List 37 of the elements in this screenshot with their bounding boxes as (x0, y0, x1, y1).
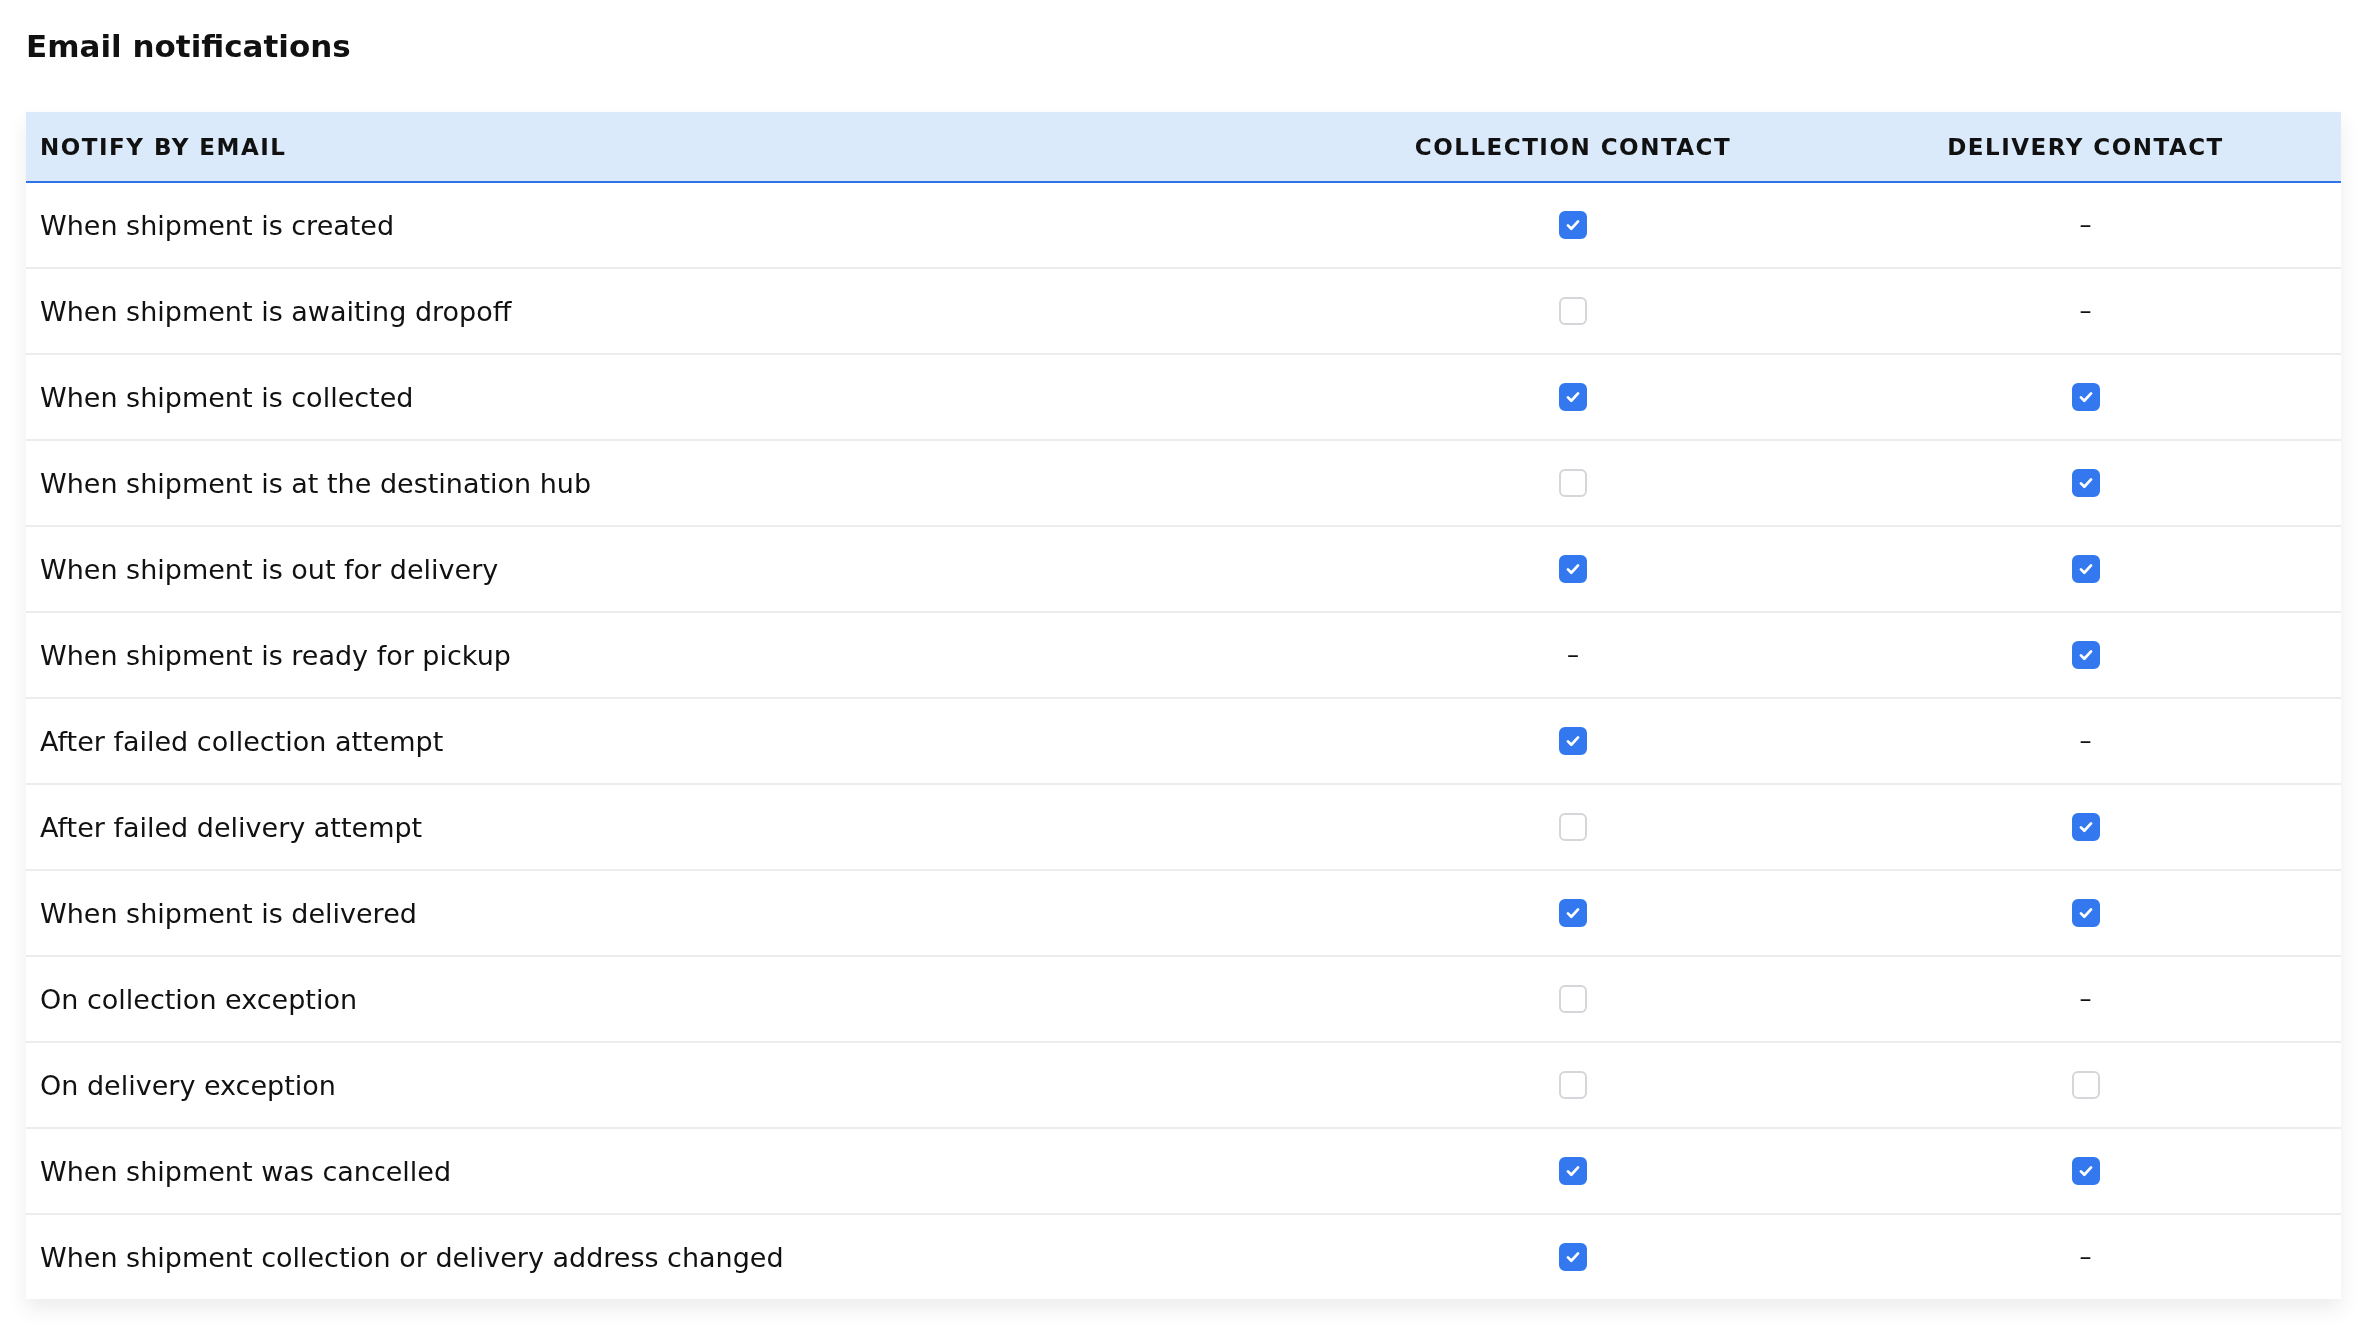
row-label: When shipment is collected (40, 381, 414, 413)
row-label: When shipment is awaiting dropoff (40, 295, 512, 327)
row-label: When shipment is out for delivery (40, 553, 499, 585)
checkbox[interactable] (1559, 383, 1587, 411)
row-label: On delivery exception (40, 1069, 336, 1101)
row-label: When shipment is created (40, 209, 395, 241)
checkbox[interactable] (1559, 1243, 1587, 1271)
row-label: When shipment is at the destination hub (40, 467, 592, 499)
row-label: When shipment collection or delivery address changed (40, 1241, 784, 1273)
section-title: Email notifications (26, 27, 352, 66)
row-label: After failed collection attempt (40, 725, 444, 757)
checkbox[interactable] (1559, 899, 1587, 927)
checkbox[interactable] (2071, 555, 2100, 583)
row-label: When shipment was cancelled (40, 1155, 452, 1187)
checkbox[interactable] (2071, 383, 2100, 411)
not-applicable-dash: – (1567, 641, 1579, 669)
checkbox[interactable] (2071, 641, 2100, 669)
not-applicable-dash: – (2079, 727, 2092, 755)
column-header: COLLECTION CONTACT (1414, 133, 1732, 160)
row-label: When shipment is ready for pickup (40, 639, 511, 671)
column-header: NOTIFY BY EMAIL (40, 133, 287, 160)
checkbox[interactable] (1559, 555, 1587, 583)
row-label: On collection exception (40, 983, 358, 1015)
checkbox[interactable] (2071, 1157, 2100, 1185)
not-applicable-dash: – (2079, 985, 2092, 1013)
checkbox[interactable] (1559, 211, 1587, 239)
not-applicable-dash: – (2079, 297, 2092, 325)
checkbox[interactable] (1559, 727, 1587, 755)
row-label: When shipment is delivered (40, 897, 417, 929)
column-header: DELIVERY CONTACT (1947, 133, 2224, 160)
checkbox[interactable] (1559, 1157, 1587, 1185)
checkbox[interactable] (2071, 469, 2100, 497)
checkbox[interactable] (2071, 813, 2100, 841)
checkbox[interactable] (2071, 899, 2100, 927)
not-applicable-dash: – (2079, 211, 2092, 239)
not-applicable-dash: – (2079, 1243, 2092, 1271)
row-label: After failed delivery attempt (40, 811, 423, 843)
